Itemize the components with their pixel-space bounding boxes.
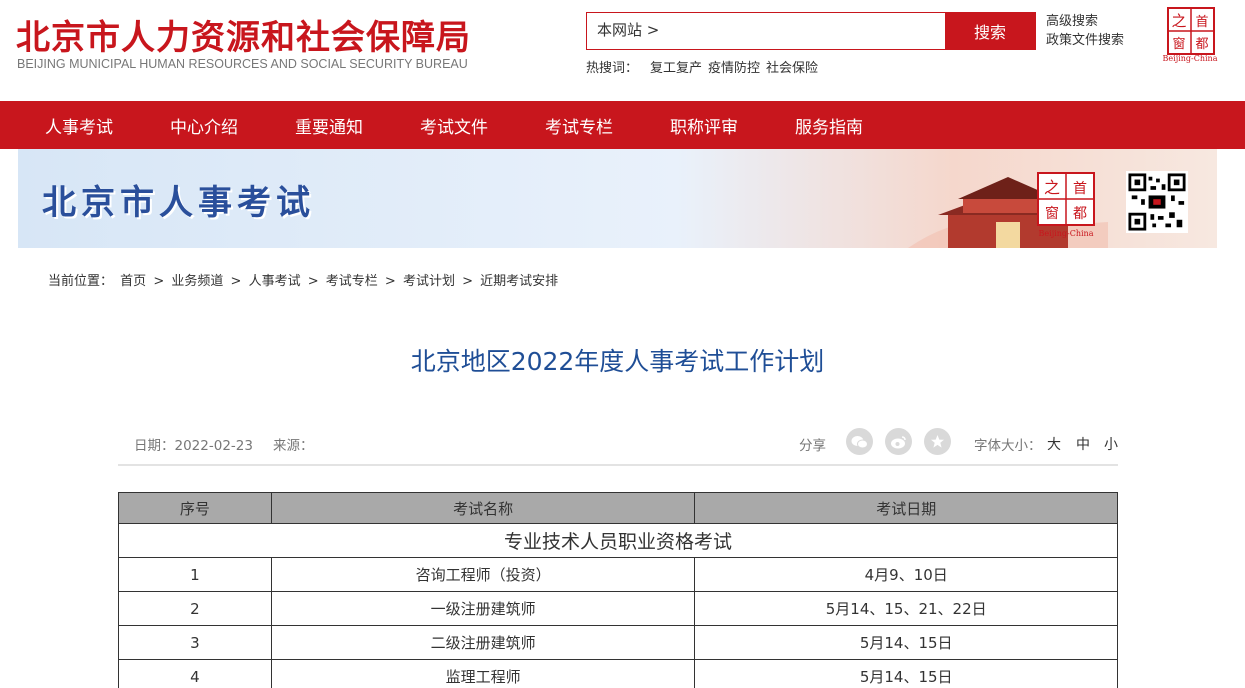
row-index: 1 bbox=[118, 557, 272, 592]
header-exam-date: 考试日期 bbox=[694, 492, 1118, 524]
breadcrumb-label: 当前位置： bbox=[48, 274, 114, 289]
row-index: 4 bbox=[118, 659, 272, 688]
advanced-search-links: 高级搜索 政策文件搜索 bbox=[1046, 12, 1124, 50]
table-category-row: 专业技术人员职业资格考试 bbox=[118, 523, 1118, 558]
breadcrumb: 当前位置： 首页 > 业务频道 > 人事考试 > 考试专栏 > 考试计划 > 近… bbox=[48, 270, 561, 289]
table-row: 1 咨询工程师（投资） 4月9、10日 bbox=[118, 557, 1118, 592]
font-size-small-button[interactable]: 小 bbox=[1104, 434, 1118, 454]
nav-item-exam[interactable]: 人事考试 bbox=[45, 113, 113, 138]
exam-plan-table: 序号 考试名称 考试日期 专业技术人员职业资格考试 1 咨询工程师（投资） 4月… bbox=[118, 492, 1118, 688]
nav-item-guide[interactable]: 服务指南 bbox=[795, 113, 863, 138]
breadcrumb-separator: > bbox=[384, 274, 396, 289]
weibo-icon[interactable] bbox=[885, 428, 912, 455]
nav-item-documents[interactable]: 考试文件 bbox=[420, 113, 488, 138]
hot-term-link[interactable]: 疫情防控 bbox=[708, 57, 760, 76]
row-exam-date: 5月14、15日 bbox=[694, 659, 1118, 688]
table-row: 3 二级注册建筑师 5月14、15日 bbox=[118, 625, 1118, 660]
logo-char: 都 bbox=[1195, 37, 1208, 52]
nav-item-notices[interactable]: 重要通知 bbox=[295, 113, 363, 138]
article-title: 北京地区2022年度人事考试工作计划 bbox=[410, 347, 825, 376]
banner-logo-caption: Beijing-China bbox=[1038, 229, 1094, 238]
nav-item-column[interactable]: 考试专栏 bbox=[545, 113, 613, 138]
breadcrumb-separator: > bbox=[307, 274, 319, 289]
search-box: 本网站 > 搜索 bbox=[586, 12, 1036, 50]
header-index: 序号 bbox=[118, 492, 272, 524]
policy-search-link[interactable]: 政策文件搜索 bbox=[1046, 31, 1124, 50]
row-exam-date: 5月14、15、21、22日 bbox=[694, 591, 1118, 626]
hot-term-link[interactable]: 复工复产 bbox=[650, 57, 702, 76]
font-size-label: 字体大小： bbox=[974, 438, 1042, 454]
table-row: 2 一级注册建筑师 5月14、15、21、22日 bbox=[118, 591, 1118, 626]
breadcrumb-separator: > bbox=[230, 274, 242, 289]
row-exam-name: 一级注册建筑师 bbox=[270, 591, 696, 626]
logo-char: 首 bbox=[1073, 181, 1087, 197]
search-button[interactable]: 搜索 bbox=[945, 13, 1035, 49]
qr-code-icon[interactable] bbox=[1126, 171, 1188, 233]
advanced-search-link[interactable]: 高级搜索 bbox=[1046, 12, 1124, 31]
capital-window-logo-icon: 之 首 窗 都 bbox=[1037, 172, 1095, 226]
share-label: 分享 bbox=[799, 438, 826, 454]
search-input[interactable]: 本网站 > bbox=[587, 13, 945, 49]
nav-item-about[interactable]: 中心介绍 bbox=[170, 113, 238, 138]
star-icon[interactable] bbox=[924, 428, 951, 455]
breadcrumb-link[interactable]: 近期考试安排 bbox=[480, 274, 558, 289]
category-label: 专业技术人员职业资格考试 bbox=[118, 523, 1118, 558]
site-subtitle: BEIJING MUNICIPAL HUMAN RESOURCES AND SO… bbox=[17, 57, 468, 71]
banner: 北京市人事考试 之 首 窗 都 Beijing-China bbox=[18, 149, 1217, 248]
breadcrumb-link[interactable]: 考试计划 bbox=[403, 274, 455, 289]
row-index: 2 bbox=[118, 591, 272, 626]
logo-char: 之 bbox=[1044, 178, 1060, 197]
hot-terms-label: 热搜词： bbox=[586, 61, 639, 76]
logo-char: 都 bbox=[1073, 206, 1087, 222]
breadcrumb-link[interactable]: 业务频道 bbox=[171, 274, 223, 289]
header-exam-name: 考试名称 bbox=[270, 492, 696, 524]
row-index: 3 bbox=[118, 625, 272, 660]
breadcrumb-link[interactable]: 考试专栏 bbox=[326, 274, 378, 289]
font-size-medium-button[interactable]: 中 bbox=[1076, 434, 1090, 454]
article-date: 日期：2022-02-23 bbox=[134, 438, 253, 454]
table-row: 4 监理工程师 5月14、15日 bbox=[118, 659, 1118, 688]
font-size-large-button[interactable]: 大 bbox=[1047, 434, 1061, 454]
table-header-row: 序号 考试名称 考试日期 bbox=[118, 492, 1118, 524]
main-nav: 人事考试 中心介绍 重要通知 考试文件 考试专栏 职称评审 服务指南 bbox=[0, 101, 1245, 149]
row-exam-name: 监理工程师 bbox=[270, 659, 696, 688]
banner-title: 北京市人事考试 bbox=[42, 183, 315, 223]
row-exam-name: 咨询工程师（投资） bbox=[270, 557, 696, 592]
row-exam-name: 二级注册建筑师 bbox=[270, 625, 696, 660]
row-exam-date: 5月14、15日 bbox=[694, 625, 1118, 660]
article-panel: 当前位置： 首页 > 业务频道 > 人事考试 > 考试专栏 > 考试计划 > 近… bbox=[18, 248, 1217, 688]
logo-caption: Beijing-China bbox=[1162, 54, 1218, 63]
article-meta: 日期：2022-02-23 来源： 分享 字体大小： 大 中 小 bbox=[118, 426, 1118, 466]
logo-char: 首 bbox=[1195, 15, 1208, 30]
breadcrumb-separator: > bbox=[462, 274, 474, 289]
row-exam-date: 4月9、10日 bbox=[694, 557, 1118, 592]
logo-char: 窗 bbox=[1045, 205, 1059, 222]
hot-term-link[interactable]: 社会保险 bbox=[766, 57, 818, 76]
site-header: 北京市人力资源和社会保障局 BEIJING MUNICIPAL HUMAN RE… bbox=[0, 0, 1245, 101]
nav-item-titles[interactable]: 职称评审 bbox=[670, 113, 738, 138]
wechat-icon[interactable] bbox=[846, 428, 873, 455]
breadcrumb-link[interactable]: 人事考试 bbox=[249, 274, 301, 289]
hot-terms: 热搜词： 复工复产 疫情防控 社会保险 bbox=[586, 57, 818, 76]
site-title[interactable]: 北京市人力资源和社会保障局 bbox=[16, 10, 471, 59]
article-source: 来源： bbox=[273, 438, 314, 454]
logo-char: 之 bbox=[1171, 12, 1186, 30]
logo-char: 窗 bbox=[1172, 36, 1185, 52]
breadcrumb-separator: > bbox=[153, 274, 165, 289]
breadcrumb-link[interactable]: 首页 bbox=[120, 274, 146, 289]
